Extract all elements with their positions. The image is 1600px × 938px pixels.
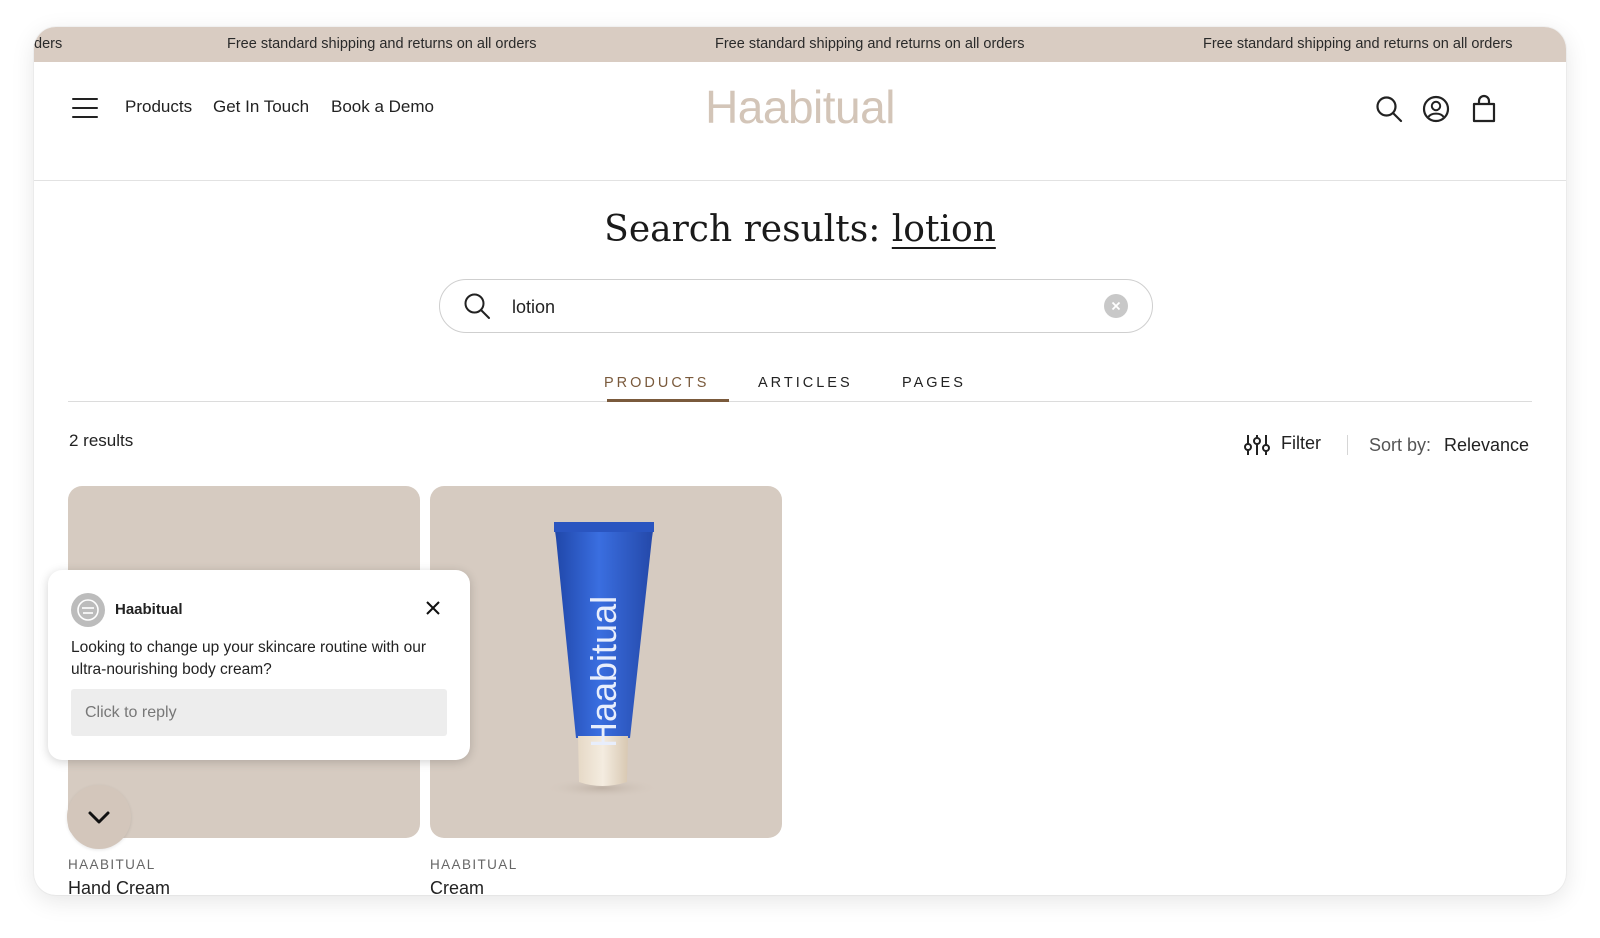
chat-reply-placeholder: Click to reply (85, 704, 177, 721)
tab-pages[interactable]: PAGES (902, 375, 966, 391)
chat-brand-name: Haabitual (115, 601, 183, 618)
tab-products[interactable]: PRODUCTS (604, 375, 709, 391)
search-field[interactable] (439, 279, 1153, 333)
filter-button[interactable]: Filter (1281, 433, 1321, 454)
search-query-link[interactable]: lotion (892, 209, 996, 250)
announcement-bar: ders Free standard shipping and returns … (34, 27, 1566, 62)
filter-icon[interactable] (1243, 433, 1271, 457)
announcement-text: Free standard shipping and returns on al… (1203, 36, 1513, 52)
sort-label: Sort by: (1369, 435, 1432, 455)
cream-tube-image: Haabitual (544, 522, 660, 798)
product-image-cream[interactable]: Haabitual (430, 486, 782, 838)
chat-message: Looking to change up your skincare routi… (71, 639, 426, 678)
chat-collapse-button[interactable] (67, 785, 131, 849)
active-tab-indicator (607, 399, 729, 402)
site-logo[interactable]: Haabitual (34, 80, 1566, 134)
page-title: Search results: lotion (34, 209, 1566, 250)
search-icon (464, 293, 490, 319)
search-input[interactable] (510, 292, 1074, 322)
cart-icon[interactable] (1469, 94, 1499, 124)
search-icon[interactable] (1374, 94, 1404, 124)
close-icon (1111, 301, 1121, 311)
results-count: 2 results (69, 431, 134, 450)
browser-window: ders Free standard shipping and returns … (34, 27, 1566, 895)
announcement-text: Free standard shipping and returns on al… (227, 36, 537, 52)
chat-avatar (71, 593, 105, 627)
chat-reply-button[interactable]: Click to reply (71, 689, 447, 736)
tabs-divider (68, 401, 1532, 402)
clear-search-button[interactable] (1104, 294, 1128, 318)
product-vendor: HAABITUAL (430, 857, 518, 872)
chat-popup: Haabitual Looking to change up your skin… (48, 570, 470, 760)
chevron-down-icon (88, 811, 110, 824)
tube-brand-text: Haabitual (583, 596, 624, 748)
announcement-text: ders (34, 36, 63, 52)
toolbar-divider (1347, 435, 1348, 455)
announcement-text: Free standard shipping and returns on al… (715, 36, 1025, 52)
bot-face-icon (77, 599, 99, 621)
tab-articles[interactable]: ARTICLES (758, 375, 853, 391)
product-vendor: HAABITUAL (68, 857, 156, 872)
account-icon[interactable] (1421, 94, 1451, 124)
site-header: Products Get In Touch Book a Demo Haabit… (34, 62, 1566, 181)
title-prefix: Search results: (604, 209, 892, 250)
product-name-hand-cream[interactable]: Hand Cream (68, 878, 170, 895)
sort-select[interactable]: Relevance (1444, 435, 1529, 456)
product-name-cream[interactable]: Cream (430, 878, 484, 895)
close-icon[interactable] (424, 599, 442, 617)
